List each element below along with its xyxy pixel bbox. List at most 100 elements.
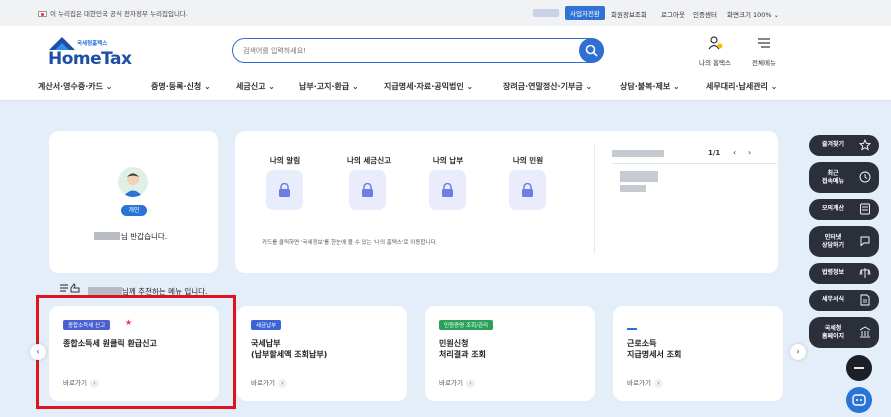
go-label: 바로가기 (439, 379, 463, 387)
quick-menu-label: 나의 알림 (269, 156, 301, 165)
side-label: 모의계산 (821, 205, 845, 212)
highlight-box (36, 295, 236, 409)
side-nts-homepage-button[interactable]: 국세청 홈페이지 (809, 317, 879, 348)
lock-icon (279, 183, 290, 197)
chevron-right-icon: › (277, 379, 287, 388)
rec-card-go[interactable]: 바로가기 › (439, 377, 475, 388)
logo-subtitle[interactable]: 국세청홈택스 (77, 39, 107, 47)
greeting-text: 님 반갑습니다. (121, 232, 168, 241)
chat-icon (860, 236, 870, 247)
business-switch-button[interactable]: 사업자전환 (565, 6, 605, 20)
carousel-next-button[interactable]: › (790, 344, 806, 360)
my-hometax-button[interactable]: 나의 홈택스 (699, 35, 731, 67)
avatar (118, 167, 148, 197)
person-avatar-icon (123, 173, 143, 197)
screen-size-select[interactable]: 화면크기 100% ⌄ (727, 9, 779, 19)
quick-menu-label: 나의 세금신고 (346, 156, 391, 165)
notice-pager: 1/1 (708, 149, 721, 157)
nav-item-incentive[interactable]: 장려금·연말정산·기부금 ⌄ (503, 81, 592, 92)
notice-separator (612, 163, 777, 164)
blurred-notice-body (620, 171, 658, 182)
chevron-right-icon: › (465, 379, 475, 388)
notice-next-button[interactable]: › (748, 148, 751, 157)
role-badge: 개인 (121, 205, 147, 216)
quick-menu-tax-filing[interactable]: 나의 세금신고 (334, 155, 404, 166)
blurred-notice-body (620, 185, 646, 192)
search-icon (585, 44, 598, 57)
chevron-right-icon: › (653, 379, 663, 388)
chatbot-icon (852, 394, 866, 406)
rec-card-tag: 세금납부 (251, 320, 282, 330)
lock-icon (522, 183, 533, 197)
notice-prev-button[interactable]: ‹ (733, 148, 736, 157)
side-recent-menu-button[interactable]: 최근 접속메뉴 (809, 162, 879, 193)
side-simulation-button[interactable]: 모의계산 (809, 199, 879, 220)
logout-link[interactable]: 로그아웃 (661, 9, 685, 19)
rec-card-title: 민원신청 처리결과 조회 (439, 339, 486, 359)
document-icon (860, 294, 870, 306)
go-label: 바로가기 (627, 379, 651, 387)
side-label: 법령정보 (821, 269, 845, 276)
quick-menu-hint: 카드를 클릭하면 '국세정보'를 한눈에 볼 수 있는 '나의 홈택스'로 이동… (262, 240, 438, 246)
all-menu-button[interactable]: 전체메뉴 (752, 35, 776, 67)
side-internet-consult-button[interactable]: 인터넷 상담하기 (809, 226, 879, 257)
logo-text[interactable]: HomeTax (48, 49, 132, 69)
quick-card-tax-filing[interactable] (349, 170, 386, 210)
nav-item-certificate[interactable]: 증명·등록·신청 ⌄ (151, 81, 211, 92)
side-label: 인터넷 상담하기 (821, 234, 845, 249)
rec-card-tax-payment[interactable]: 세금납부 국세납부 (납부할세액 조회납부) 바로가기 › (237, 306, 407, 401)
nav-item-tax-agent[interactable]: 세무대리·납세관리 ⌄ (706, 81, 777, 92)
go-label: 바로가기 (251, 379, 275, 387)
top-utility-bar: 이 누리집은 대한민국 공식 전자정부 누리집입니다. 사업자전환 회원정보조회… (0, 0, 891, 26)
nav-item-tax-filing[interactable]: 세금신고 ⌄ (236, 81, 275, 92)
scale-icon (859, 268, 871, 278)
cert-center-link[interactable]: 인증센터 (693, 9, 717, 19)
my-info-card (235, 131, 778, 273)
quick-card-civil[interactable] (509, 170, 546, 210)
my-hometax-label: 나의 홈택스 (699, 59, 731, 67)
rec-card-go[interactable]: 바로가기 › (251, 377, 287, 388)
blurred-name (94, 232, 120, 240)
side-label: 국세청 홈페이지 (821, 325, 845, 340)
rec-card-civil-result[interactable]: 민원증명 조회/관리 민원신청 처리결과 조회 바로가기 › (425, 306, 595, 401)
quick-card-alerts[interactable] (266, 170, 303, 210)
all-menu-label: 전체메뉴 (752, 59, 776, 67)
nav-item-payment[interactable]: 납부·고지·환급 ⌄ (299, 81, 359, 92)
collapse-side-menu-button[interactable] (846, 355, 872, 381)
side-label: 즐겨찾기 (821, 141, 845, 148)
quick-menu-alerts[interactable]: 나의 알림 (250, 155, 320, 166)
rec-card-tag: 민원증명 조회/관리 (439, 320, 494, 330)
quick-menu-civil[interactable]: 나의 민원 (493, 155, 563, 166)
side-label: 세무서식 (821, 296, 845, 303)
nav-item-consulting[interactable]: 상담·불복·제보 ⌄ (620, 81, 680, 92)
quick-card-payment[interactable] (429, 170, 466, 210)
chatbot-button[interactable] (846, 387, 872, 413)
clock-icon (859, 171, 871, 183)
quick-menu-payment[interactable]: 나의 납부 (413, 155, 483, 166)
main-nav: 계산서·영수증·카드 ⌄ 증명·등록·신청 ⌄ 세금신고 ⌄ 납부·고지·환급 … (0, 79, 891, 99)
blurred-username (533, 9, 559, 17)
nav-item-payment-statement[interactable]: 지급명세·자료·공익법인 ⌄ (384, 81, 473, 92)
side-tax-forms-button[interactable]: 세무서식 (809, 290, 879, 311)
side-favorites-button[interactable]: 즐겨찾기 (809, 135, 879, 156)
thumbs-up-icon (60, 283, 80, 293)
notice-divider (594, 144, 595, 254)
card-accent-dash (627, 328, 637, 330)
lock-icon (442, 183, 453, 197)
side-law-info-button[interactable]: 법령정보 (809, 263, 879, 284)
user-icon (708, 36, 723, 50)
star-outline-icon (859, 139, 871, 151)
rec-card-title: 국세납부 (납부할세액 조회납부) (251, 339, 328, 359)
blurred-notice-title (612, 150, 664, 157)
side-label: 최근 접속메뉴 (821, 170, 845, 185)
rec-card-go[interactable]: 바로가기 › (627, 377, 663, 388)
search-input[interactable] (243, 44, 563, 58)
nav-item-invoice[interactable]: 계산서·영수증·카드 ⌄ (38, 81, 112, 92)
rec-card-earned-income[interactable]: 근로소득 지급명세서 조회 바로가기 › (613, 306, 783, 401)
hamburger-icon (757, 38, 770, 48)
search-button[interactable] (579, 38, 604, 63)
carousel-prev-button[interactable]: ‹ (30, 344, 46, 360)
profile-card (49, 131, 218, 273)
member-info-link[interactable]: 회원정보조회 (611, 9, 647, 19)
lock-icon (362, 183, 373, 197)
